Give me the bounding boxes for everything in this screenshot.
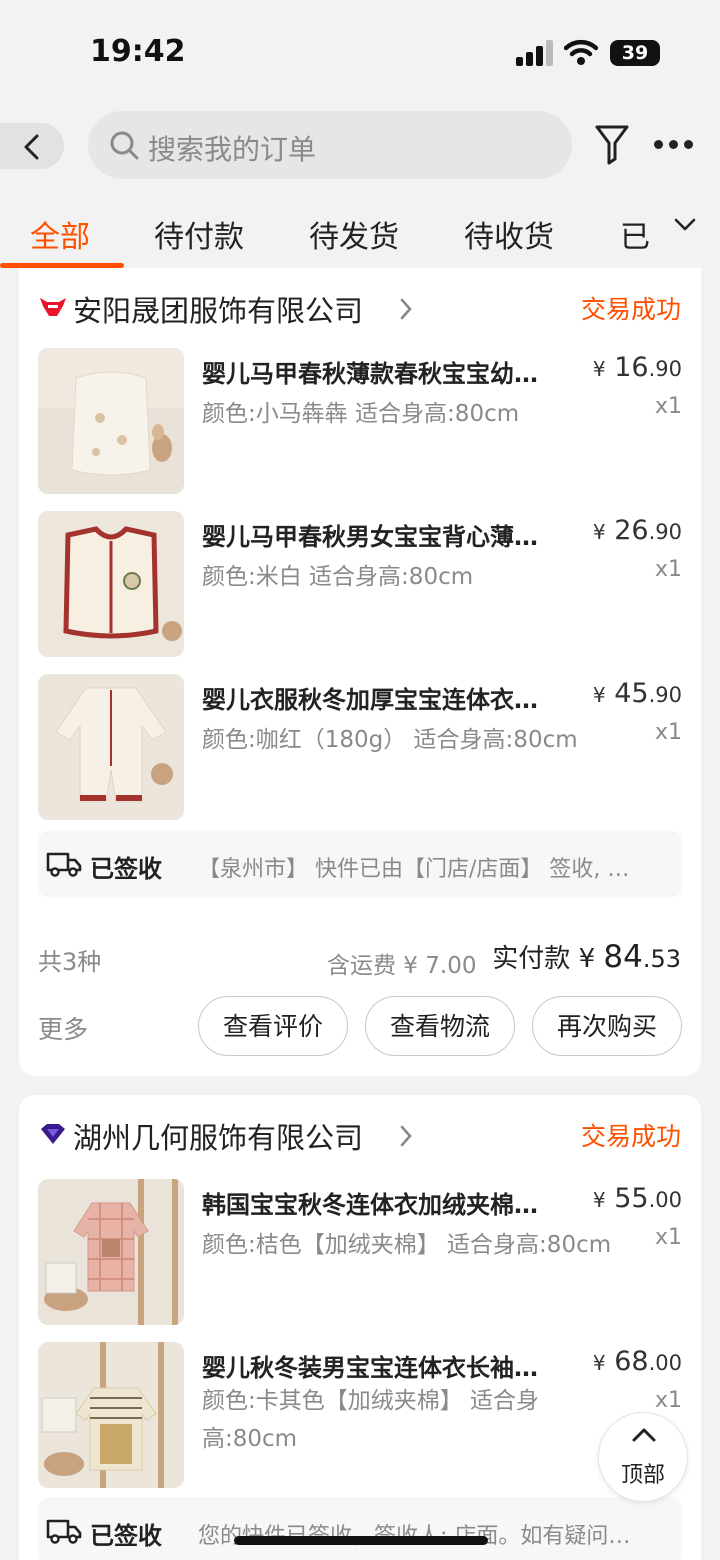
order-item[interactable]: 婴儿马甲春秋男女宝宝背心薄… 颜色:米白 适合身高:80cm ¥ 26.90 x… [38,511,682,657]
tab-completed[interactable]: 已 [620,212,650,256]
delivery-truck-icon [46,1519,82,1544]
product-image [38,1342,184,1488]
product-price: ¥ 45.90 [592,678,682,709]
product-quantity: x1 [654,1225,682,1250]
item-count: 共3种 [38,948,102,976]
order-card[interactable]: 安阳晟团服饰有限公司 交易成功 婴儿马甲春秋薄款春秋宝宝幼… 颜色:小马犇犇 适… [19,268,701,1076]
product-quantity: x1 [654,720,682,745]
order-tabs: 全部 待付款 待发货 待收货 已 [0,190,720,268]
product-spec: 颜色:米白 适合身高:80cm [202,564,474,590]
chevron-right-icon [400,1125,412,1147]
wifi-icon [564,39,598,65]
product-price: ¥ 55.00 [592,1183,682,1214]
view-logistics-button[interactable]: 查看物流 [365,996,515,1056]
chevron-down-icon[interactable] [674,218,696,232]
product-spec: 颜色:小马犇犇 适合身高:80cm [202,401,520,427]
shop-name: 安阳晟团服饰有限公司 [73,294,364,328]
chevron-up-icon [632,1428,656,1442]
product-image [38,674,184,820]
order-item[interactable]: 韩国宝宝秋冬连体衣加绒夹棉… 颜色:桔色【加绒夹棉】 适合身高:80cm ¥ 5… [38,1179,682,1325]
product-image [38,348,184,494]
order-item[interactable]: 婴儿衣服秋冬加厚宝宝连体衣… 颜色:咖红（180g） 适合身高:80cm ¥ 4… [38,674,682,820]
battery-indicator: 39 [610,40,660,66]
shipping-state: 已签收 [90,855,162,883]
top-bar: 搜索我的订单 [0,100,720,190]
home-indicator[interactable] [234,1536,488,1545]
cellular-signal-icon [516,40,553,66]
buy-again-button[interactable]: 再次购买 [532,996,682,1056]
paid-amount: 实付款 ¥ 84.53 [492,939,681,975]
product-title: 婴儿马甲春秋薄款春秋宝宝幼… [202,360,538,388]
product-title: 婴儿秋冬装男宝宝连体衣长袖… [202,1354,538,1382]
product-spec: 颜色:卡其色【加绒夹棉】 适合身高:80cm [202,1388,540,1452]
product-price: ¥ 68.00 [592,1346,682,1377]
tmall-logo-icon [40,298,66,316]
freight-info: 含运费 ¥ 7.00 [327,953,477,979]
product-image [38,511,184,657]
order-item[interactable]: 婴儿马甲春秋薄款春秋宝宝幼… 颜色:小马犇犇 适合身高:80cm ¥ 16.90… [38,348,682,494]
search-input[interactable]: 搜索我的订单 [88,111,572,179]
shipping-status[interactable]: 已签收 【泉州市】 快件已由【门店/店面】 签收, … [38,830,682,898]
product-spec: 颜色:桔色【加绒夹棉】 适合身高:80cm [202,1232,612,1258]
back-to-top-button[interactable]: 顶部 [598,1412,688,1502]
view-review-button[interactable]: 查看评价 [198,996,348,1056]
product-quantity: x1 [654,1388,682,1413]
product-title: 婴儿衣服秋冬加厚宝宝连体衣… [202,686,538,714]
back-button[interactable] [0,123,64,169]
more-actions-link[interactable]: 更多 [38,1010,88,1046]
back-to-top-label: 顶部 [620,1463,665,1488]
shipping-message: 【泉州市】 快件已由【门店/店面】 签收, … [198,857,630,882]
product-price: ¥ 26.90 [592,515,682,546]
status-time: 19:42 [90,34,186,69]
product-quantity: x1 [654,557,682,582]
shipping-message: 您的快件已签收，签收人: 店面。如有疑问… [198,1524,631,1549]
product-spec: 颜色:咖红（180g） 适合身高:80cm [202,727,578,753]
more-options-icon[interactable] [654,140,694,150]
shipping-state: 已签收 [90,1522,162,1550]
shop-diamond-icon [41,1124,65,1144]
search-icon [110,131,139,160]
shop-name: 湖州几何服饰有限公司 [73,1121,364,1155]
delivery-truck-icon [46,852,82,877]
chevron-right-icon [400,298,412,320]
product-title: 婴儿马甲春秋男女宝宝背心薄… [202,523,538,551]
tab-pending-shipment[interactable]: 待发货 [309,212,399,256]
chevron-left-icon [24,134,39,160]
tab-pending-payment[interactable]: 待付款 [154,212,244,256]
order-item[interactable]: 婴儿秋冬装男宝宝连体衣长袖… 颜色:卡其色【加绒夹棉】 适合身高:80cm ¥ … [38,1342,682,1488]
product-quantity: x1 [654,394,682,419]
shipping-status[interactable]: 已签收 您的快件已签收，签收人: 店面。如有疑问… [38,1497,682,1560]
product-price: ¥ 16.90 [592,352,682,383]
product-title: 韩国宝宝秋冬连体衣加绒夹棉… [202,1191,538,1219]
product-image [38,1179,184,1325]
order-status: 交易成功 [580,295,681,324]
order-status: 交易成功 [580,1122,681,1151]
tab-all[interactable]: 全部 [30,212,90,256]
tab-pending-receipt[interactable]: 待收货 [464,212,554,256]
order-card[interactable]: 湖州几何服饰有限公司 交易成功 韩国宝宝秋冬连体衣加绒夹棉… 颜色:桔色【加绒夹… [19,1095,701,1560]
filter-icon[interactable] [594,124,630,166]
status-bar: 19:42 39 [0,0,720,100]
search-placeholder: 搜索我的订单 [148,133,317,166]
